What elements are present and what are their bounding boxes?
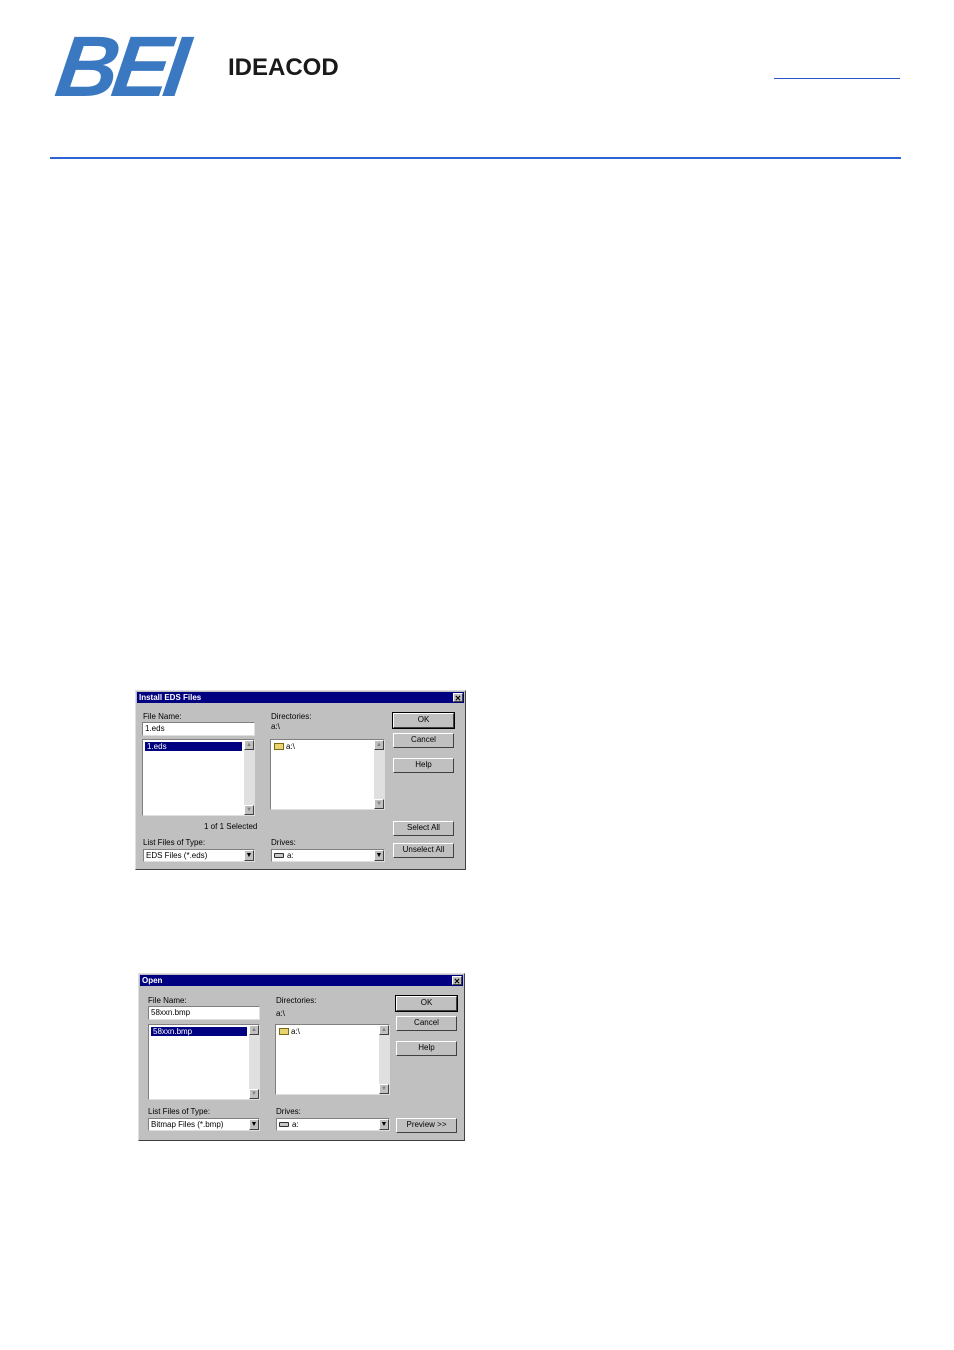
file-list[interactable]: 1.eds ▲ ▼: [142, 739, 255, 816]
file-list-scrollbar[interactable]: ▲ ▼: [249, 1025, 259, 1099]
file-name-input[interactable]: 1.eds: [142, 722, 255, 736]
floppy-drive-icon: [274, 853, 284, 859]
install-eds-dialog: Install EDS Files ✕ File Name: 1.eds 1.e…: [135, 690, 466, 870]
help-button[interactable]: Help: [396, 1041, 457, 1056]
file-list[interactable]: 58xxn.bmp ▲ ▼: [148, 1024, 260, 1100]
drive-value: a:: [292, 1120, 299, 1129]
list-item[interactable]: 58xxn.bmp: [151, 1027, 247, 1036]
close-button[interactable]: ✕: [453, 693, 463, 703]
directory-list-scrollbar[interactable]: ▲ ▼: [379, 1025, 389, 1094]
scroll-down-icon[interactable]: ▼: [244, 805, 254, 815]
company-logo: BEI IDEACOD: [50, 19, 362, 115]
directories-label: Directories:: [276, 996, 317, 1005]
open-dialog: Open ✕ File Name: 58xxn.bmp 58xxn.bmp ▲ …: [138, 973, 465, 1141]
chevron-down-icon[interactable]: ▼: [379, 1119, 389, 1130]
dialog-title-bar[interactable]: Open ✕: [140, 975, 463, 986]
list-item[interactable]: a:\: [274, 742, 295, 752]
open-folder-icon: [279, 1028, 289, 1036]
cancel-button[interactable]: Cancel: [393, 733, 454, 748]
file-list-scrollbar[interactable]: ▲ ▼: [244, 740, 254, 815]
close-icon: ✕: [453, 977, 461, 986]
open-folder-icon: [274, 743, 284, 751]
drives-label: Drives:: [276, 1107, 301, 1116]
file-type-value: EDS Files (*.eds): [146, 851, 208, 860]
floppy-drive-icon: [279, 1122, 289, 1128]
list-item[interactable]: a:\: [279, 1027, 300, 1037]
chevron-down-icon[interactable]: ▼: [249, 1119, 259, 1130]
scroll-up-icon[interactable]: ▲: [379, 1025, 389, 1035]
scroll-up-icon[interactable]: ▲: [374, 740, 384, 750]
directory-item-label: a:\: [286, 742, 295, 751]
dialog-title: Install EDS Files: [139, 693, 202, 702]
help-button[interactable]: Help: [393, 758, 454, 773]
unselect-all-button[interactable]: Unselect All: [393, 843, 454, 858]
preview-button[interactable]: Preview >>: [396, 1118, 457, 1133]
directory-list[interactable]: a:\ ▲ ▼: [270, 739, 385, 810]
header-divider: [50, 157, 901, 159]
header-link-underline[interactable]: [774, 78, 900, 79]
directory-list[interactable]: a:\ ▲ ▼: [275, 1024, 390, 1095]
list-item[interactable]: 1.eds: [145, 742, 242, 751]
close-button[interactable]: ✕: [452, 976, 462, 986]
chevron-down-icon[interactable]: ▼: [244, 850, 254, 861]
file-type-select[interactable]: Bitmap Files (*.bmp) ▼: [148, 1118, 260, 1131]
logo-text: IDEACOD: [228, 54, 339, 81]
file-name-label: File Name:: [148, 996, 187, 1005]
file-type-select[interactable]: EDS Files (*.eds) ▼: [143, 849, 255, 862]
logo-mark: BEI: [50, 19, 190, 115]
directories-label: Directories:: [271, 712, 312, 721]
scroll-up-icon[interactable]: ▲: [249, 1025, 259, 1035]
cancel-button[interactable]: Cancel: [396, 1016, 457, 1031]
drives-select[interactable]: a: ▼: [271, 849, 385, 862]
close-icon: ✕: [454, 694, 462, 703]
current-directory: a:\: [271, 722, 280, 731]
scroll-up-icon[interactable]: ▲: [244, 740, 254, 750]
directory-item-label: a:\: [291, 1027, 300, 1036]
dialog-title: Open: [142, 976, 163, 985]
ok-button[interactable]: OK: [395, 995, 458, 1012]
current-directory: a:\: [276, 1009, 285, 1018]
directory-list-scrollbar[interactable]: ▲ ▼: [374, 740, 384, 809]
drives-label: Drives:: [271, 838, 296, 847]
ok-button[interactable]: OK: [392, 712, 455, 729]
scroll-down-icon[interactable]: ▼: [379, 1084, 389, 1094]
drives-select[interactable]: a: ▼: [276, 1118, 390, 1131]
file-name-label: File Name:: [143, 712, 182, 721]
drive-value: a:: [287, 851, 294, 860]
file-type-label: List Files of Type:: [143, 838, 206, 847]
scroll-down-icon[interactable]: ▼: [374, 799, 384, 809]
file-type-value: Bitmap Files (*.bmp): [151, 1120, 224, 1129]
chevron-down-icon[interactable]: ▼: [374, 850, 384, 861]
file-type-label: List Files of Type:: [148, 1107, 211, 1116]
scroll-down-icon[interactable]: ▼: [249, 1089, 259, 1099]
selected-count: 1 of 1 Selected: [204, 822, 258, 831]
select-all-button[interactable]: Select All: [393, 821, 454, 836]
file-name-input[interactable]: 58xxn.bmp: [148, 1006, 260, 1020]
dialog-title-bar[interactable]: Install EDS Files ✕: [137, 692, 464, 703]
